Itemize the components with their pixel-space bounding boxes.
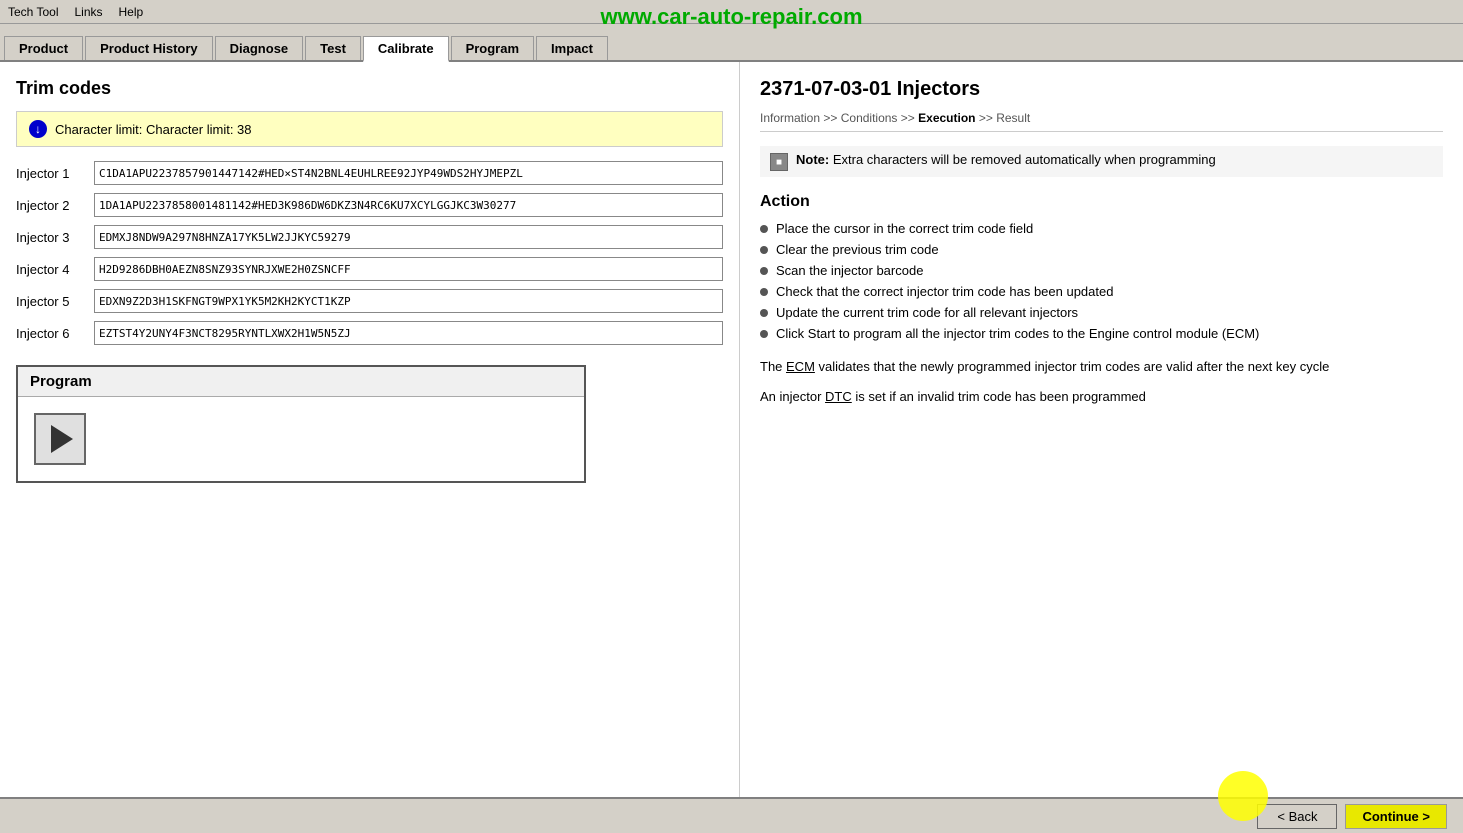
injector-3-input[interactable] xyxy=(94,225,723,249)
ecm-link: ECM xyxy=(786,359,815,374)
alert-text: Character limit: Character limit: 38 xyxy=(55,122,252,137)
bullet-4 xyxy=(760,288,768,296)
menubar: Tech Tool Links Help www.car-auto-repair… xyxy=(0,0,1463,24)
continue-button[interactable]: Continue > xyxy=(1345,804,1447,829)
injector-row-4: Injector 4 xyxy=(16,257,723,281)
tab-impact[interactable]: Impact xyxy=(536,36,608,60)
injector-2-label: Injector 2 xyxy=(16,198,86,213)
right-title: 2371-07-03-01 Injectors xyxy=(760,78,1443,101)
info-text-2: An injector DTC is set if an invalid tri… xyxy=(760,387,1443,407)
injector-1-label: Injector 1 xyxy=(16,166,86,181)
program-box-body xyxy=(18,397,584,481)
note-box: ■ Note: Extra characters will be removed… xyxy=(760,146,1443,177)
injector-1-input[interactable] xyxy=(94,161,723,185)
bottom-bar: < Back Continue > xyxy=(0,797,1463,833)
character-limit-alert: ↓ Character limit: Character limit: 38 xyxy=(16,111,723,147)
action-item-3: Scan the injector barcode xyxy=(760,263,1443,278)
injector-row-2: Injector 2 xyxy=(16,193,723,217)
tab-program[interactable]: Program xyxy=(451,36,534,60)
injector-row-3: Injector 3 xyxy=(16,225,723,249)
menu-tech-tool[interactable]: Tech Tool xyxy=(8,5,58,19)
bullet-1 xyxy=(760,225,768,233)
tab-diagnose[interactable]: Diagnose xyxy=(215,36,304,60)
note-icon: ■ xyxy=(770,153,788,171)
breadcrumb-sep-1: >> xyxy=(823,111,840,125)
injector-row-5: Injector 5 xyxy=(16,289,723,313)
breadcrumb-information: Information xyxy=(760,111,820,125)
right-panel: 2371-07-03-01 Injectors Information >> C… xyxy=(740,62,1463,797)
tab-product-history[interactable]: Product History xyxy=(85,36,213,60)
tab-product[interactable]: Product xyxy=(4,36,83,60)
back-button[interactable]: < Back xyxy=(1257,804,1337,829)
injector-row-1: Injector 1 xyxy=(16,161,723,185)
action-item-4: Check that the correct injector trim cod… xyxy=(760,284,1443,299)
left-panel: Trim codes ↓ Character limit: Character … xyxy=(0,62,740,797)
bullet-2 xyxy=(760,246,768,254)
bullet-5 xyxy=(760,309,768,317)
nav-tabs: Product Product History Diagnose Test Ca… xyxy=(0,24,1463,62)
action-item-5: Update the current trim code for all rel… xyxy=(760,305,1443,320)
breadcrumb-sep-2: >> xyxy=(901,111,918,125)
info-text-1: The ECM validates that the newly program… xyxy=(760,357,1443,377)
bullet-3 xyxy=(760,267,768,275)
action-item-1: Place the cursor in the correct trim cod… xyxy=(760,221,1443,236)
injector-6-label: Injector 6 xyxy=(16,326,86,341)
injector-5-input[interactable] xyxy=(94,289,723,313)
action-item-2: Clear the previous trim code xyxy=(760,242,1443,257)
action-item-6: Click Start to program all the injector … xyxy=(760,326,1443,341)
bullet-6 xyxy=(760,330,768,338)
action-list: Place the cursor in the correct trim cod… xyxy=(760,221,1443,341)
injector-row-6: Injector 6 xyxy=(16,321,723,345)
injector-2-input[interactable] xyxy=(94,193,723,217)
injector-4-label: Injector 4 xyxy=(16,262,86,277)
play-icon xyxy=(51,425,73,453)
play-button[interactable] xyxy=(34,413,86,465)
menu-help[interactable]: Help xyxy=(119,5,144,19)
tab-test[interactable]: Test xyxy=(305,36,361,60)
breadcrumb-conditions: Conditions xyxy=(841,111,898,125)
breadcrumb: Information >> Conditions >> Execution >… xyxy=(760,111,1443,132)
menu-links[interactable]: Links xyxy=(74,5,102,19)
injector-3-label: Injector 3 xyxy=(16,230,86,245)
injector-6-input[interactable] xyxy=(94,321,723,345)
trim-codes-title: Trim codes xyxy=(16,78,723,99)
alert-icon: ↓ xyxy=(29,120,47,138)
injector-5-label: Injector 5 xyxy=(16,294,86,309)
note-text: Note: Extra characters will be removed a… xyxy=(796,152,1216,167)
dtc-link: DTC xyxy=(825,389,852,404)
breadcrumb-execution: Execution xyxy=(918,111,975,125)
breadcrumb-sep-3: >> xyxy=(979,111,996,125)
main-content: Trim codes ↓ Character limit: Character … xyxy=(0,62,1463,797)
action-title: Action xyxy=(760,193,1443,211)
program-box: Program xyxy=(16,365,586,483)
breadcrumb-result: Result xyxy=(996,111,1030,125)
program-box-title: Program xyxy=(18,367,584,397)
tab-calibrate[interactable]: Calibrate xyxy=(363,36,449,62)
injector-4-input[interactable] xyxy=(94,257,723,281)
